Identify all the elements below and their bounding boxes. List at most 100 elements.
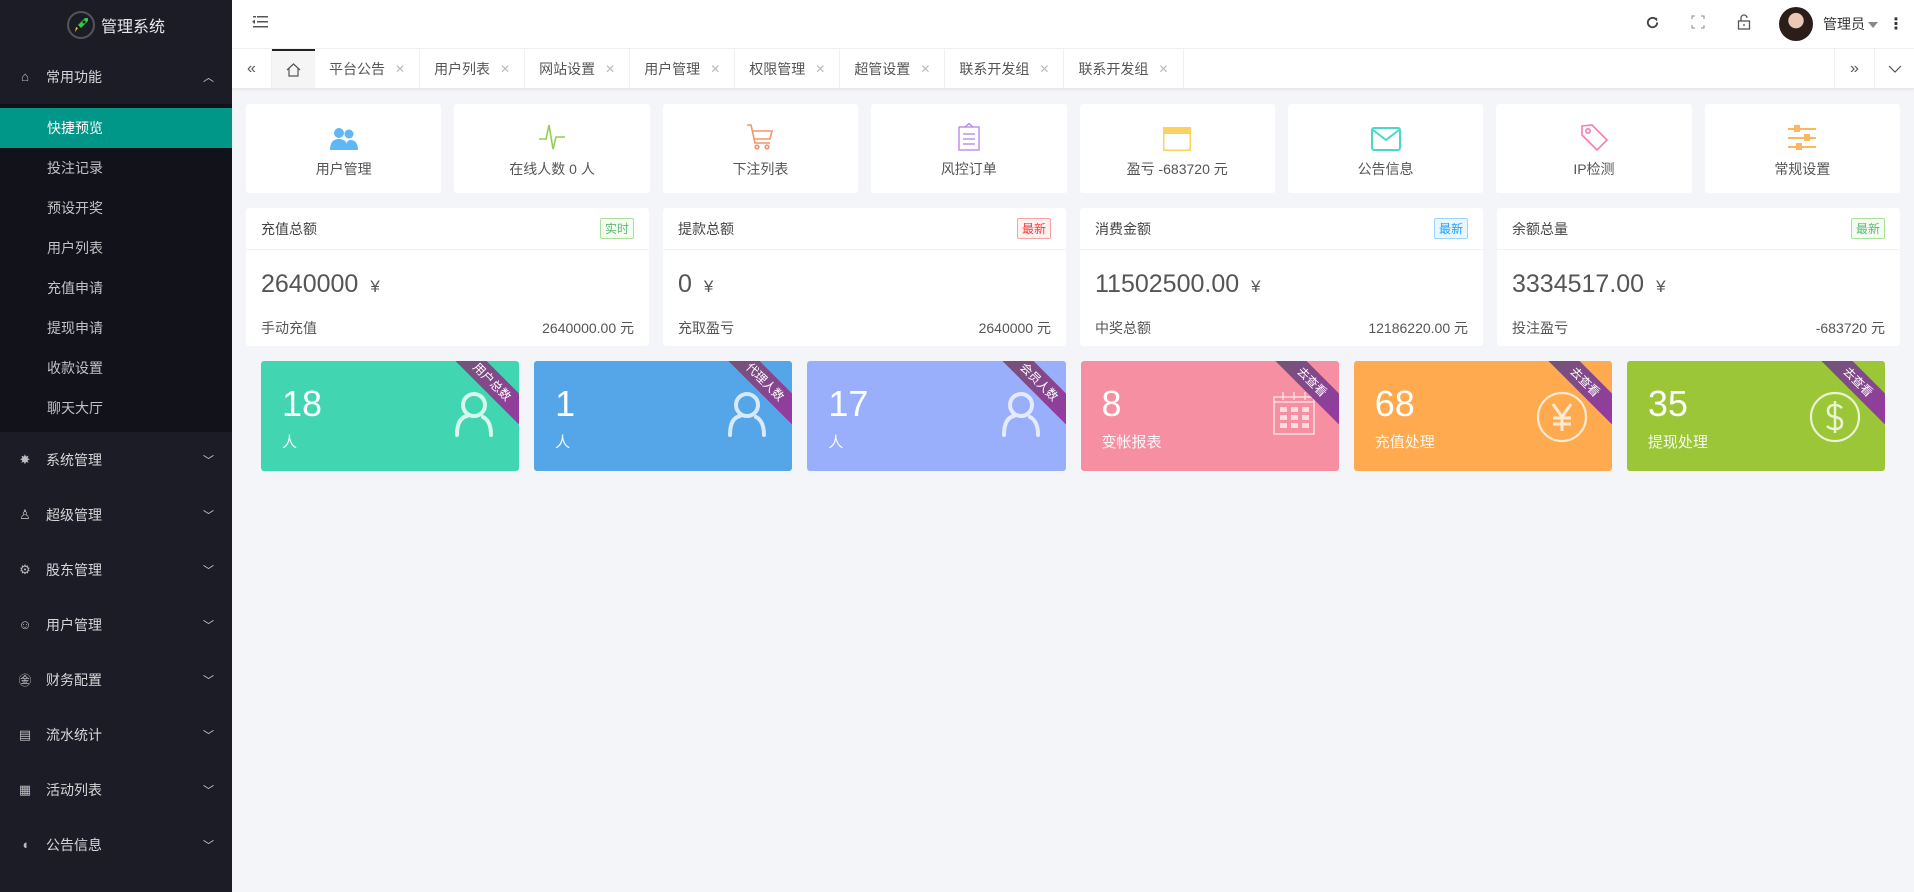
refresh-icon[interactable] (1629, 15, 1675, 34)
stat-card-consumption: 消费金额 最新 11502500.00 ¥ 中奖总额 12186220.00 元 (1080, 208, 1483, 346)
quick-link-ip-check[interactable]: IP检测 (1496, 104, 1692, 193)
gear-icon: ✸ (19, 451, 31, 467)
sidebar-item-preset-draw[interactable]: 预设开奖 (0, 188, 232, 228)
tab-label: 联系开发组 (959, 60, 1030, 77)
calendar-icon (1272, 391, 1315, 438)
tabs-menu-chevron-down-icon[interactable] (1874, 49, 1914, 88)
nav-group-label: 超级管理 (46, 506, 102, 523)
tab-home[interactable] (272, 49, 315, 88)
tab-permissions[interactable]: 权限管理 ✕ (735, 49, 841, 88)
close-icon[interactable]: ✕ (920, 62, 930, 76)
tab-label: 平台公告 (329, 60, 385, 77)
logo[interactable]: 管理系统 (0, 0, 232, 49)
stat-foot-label: 中奖总额 (1095, 320, 1151, 336)
sidebar-item-recharge-requests[interactable]: 充值申请 (0, 268, 232, 308)
nav-group-finance[interactable]: ㊎ 财务配置 ﹀ (0, 652, 232, 707)
card-total-users[interactable]: 18 人 用户总数 (261, 361, 520, 471)
sidebar-item-payment-settings[interactable]: 收款设置 (0, 348, 232, 388)
page-tabs: « 平台公告 ✕ 用户列表 ✕ 网站设置 ✕ 用户管理 ✕ 权限管理 ✕ 超管设置 ✕ 联系… (232, 49, 1914, 89)
nav-group-label: 股东管理 (46, 561, 102, 578)
cart-icon (746, 119, 774, 151)
close-icon[interactable]: ✕ (1158, 62, 1168, 76)
user-menu[interactable]: 管理员 (1823, 14, 1878, 34)
quick-links: 用户管理 在线人数 0 人 下注列表 风控订单 盈亏 -683720 元 公告信… (246, 104, 1900, 193)
stats-row: 充值总额 实时 2640000 ¥ 手动充值 2640000.00 元 提款总额 最新 … (246, 208, 1900, 346)
nav-group-announcements[interactable]: ◖ 公告信息 ﹀ (0, 817, 232, 872)
dollar-circle-icon (1809, 391, 1861, 446)
close-icon[interactable]: ✕ (815, 62, 825, 76)
quick-link-general-settings[interactable]: 常规设置 (1704, 104, 1900, 193)
fullscreen-icon[interactable] (1675, 15, 1721, 33)
stat-foot-label: 手动充值 (261, 320, 317, 336)
chevron-down-icon: ﹀ (203, 619, 214, 632)
sidebar-item-bet-records[interactable]: 投注记录 (0, 148, 232, 188)
lock-icon[interactable] (1721, 14, 1767, 34)
tabs-scroll-right-icon[interactable]: » (1834, 49, 1874, 88)
card-recharge-processing[interactable]: 68 充值处理 去查看 (1353, 361, 1612, 471)
quick-link-announcements[interactable]: 公告信息 (1287, 104, 1484, 193)
card-members[interactable]: 17 人 会员人数 (807, 361, 1066, 471)
status-badge: 最新 (1850, 218, 1885, 239)
nav-group-flow-stats[interactable]: ▤ 流水统计 ﹀ (0, 707, 232, 762)
tab-site-settings[interactable]: 网站设置 ✕ (525, 49, 631, 88)
quick-link-label: 盈亏 -683720 元 (1126, 160, 1228, 177)
quick-link-user-management[interactable]: 用户管理 (246, 104, 442, 193)
currency-symbol: ¥ (703, 277, 714, 296)
chevron-down-icon: ﹀ (203, 564, 214, 577)
users-icon (329, 119, 359, 151)
nav-group-system[interactable]: ✸ 系统管理 ﹀ (0, 432, 232, 487)
quick-link-risk-orders[interactable]: 风控订单 (871, 104, 1067, 193)
tab-contact-dev-2[interactable]: 联系开发组 ✕ (1064, 49, 1184, 88)
close-icon[interactable]: ✕ (500, 62, 510, 76)
nav-group-shareholders[interactable]: ⚙ 股东管理 ﹀ (0, 542, 232, 597)
card-withdraw-processing[interactable]: 35 提现处理 去查看 (1626, 361, 1886, 471)
more-vertical-icon[interactable]: ⋮ (1878, 14, 1914, 34)
nav-group-common[interactable]: ⌂ 常用功能 ︿ (0, 49, 232, 104)
card-unit: 人 (555, 434, 571, 451)
nav-group-label: 系统管理 (46, 451, 102, 468)
card-number: 8 (1101, 383, 1122, 424)
sidebar: 管理系统 ⌂ 常用功能 ︿ 快捷预览 投注记录 预设开奖 用户列表 充值申请 提… (0, 0, 232, 892)
quick-link-profit-loss[interactable]: 盈亏 -683720 元 (1079, 104, 1275, 193)
sidebar-item-withdraw-requests[interactable]: 提现申请 (0, 308, 232, 348)
subnav-common: 快捷预览 投注记录 预设开奖 用户列表 充值申请 提现申请 收款设置 聊天大厅 (0, 104, 232, 432)
menu-fold-icon[interactable] (252, 15, 272, 34)
card-agents[interactable]: 1 人 代理人数 (534, 361, 793, 471)
home-icon: ⌂ (21, 69, 29, 84)
currency-symbol: ¥ (1251, 277, 1261, 296)
tab-user-management[interactable]: 用户管理 ✕ (630, 49, 736, 88)
sidebar-item-user-list[interactable]: 用户列表 (0, 228, 232, 268)
card-number: 18 (282, 383, 323, 424)
quick-link-label: 公告信息 (1357, 160, 1414, 177)
close-icon[interactable]: ✕ (1039, 62, 1049, 76)
quick-link-online-users[interactable]: 在线人数 0 人 (454, 104, 650, 193)
avatar[interactable] (1779, 7, 1813, 41)
close-icon[interactable]: ✕ (710, 62, 720, 76)
gift-icon: ▦ (18, 781, 32, 797)
close-icon[interactable]: ✕ (395, 62, 405, 76)
sidebar-item-quick-preview[interactable]: 快捷预览 (0, 108, 232, 148)
tabs-scroll-left-icon[interactable]: « (232, 49, 272, 88)
nav-group-super[interactable]: ♙ 超级管理 ﹀ (0, 487, 232, 542)
card-number: 1 (555, 383, 576, 424)
speaker-icon: ◖ (21, 837, 29, 852)
quick-link-bet-list[interactable]: 下注列表 (662, 104, 859, 193)
tab-contact-dev-1[interactable]: 联系开发组 ✕ (945, 49, 1065, 88)
chevron-down-icon: ﹀ (203, 784, 214, 797)
tab-platform-notice[interactable]: 平台公告 ✕ (315, 49, 421, 88)
card-unit: 变帐报表 (1101, 434, 1162, 451)
stat-foot-label: 投注盈亏 (1512, 320, 1568, 336)
stat-value: 3334517.00 (1512, 270, 1645, 298)
card-account-changes[interactable]: 8 变帐报表 去查看 (1080, 361, 1339, 471)
tab-user-list[interactable]: 用户列表 ✕ (420, 49, 526, 88)
tab-super-admin-settings[interactable]: 超管设置 ✕ (840, 49, 946, 88)
summary-cards: 18 人 用户总数 1 人 代理人数 17 人 会员人数 8 变帐报表 去查看 … (246, 361, 1900, 471)
tab-label: 网站设置 (539, 60, 596, 77)
nav-group-activities[interactable]: ▦ 活动列表 ﹀ (0, 762, 232, 817)
nav-group-users[interactable]: ☺ 用户管理 ﹀ (0, 597, 232, 652)
close-icon[interactable]: ✕ (605, 62, 615, 76)
quick-link-label: IP检测 (1573, 160, 1615, 177)
sidebar-item-chat-hall[interactable]: 聊天大厅 (0, 388, 232, 428)
stat-foot-value: 12186220.00 元 (1368, 320, 1468, 336)
cog-outline-icon: ⚙ (19, 561, 31, 577)
